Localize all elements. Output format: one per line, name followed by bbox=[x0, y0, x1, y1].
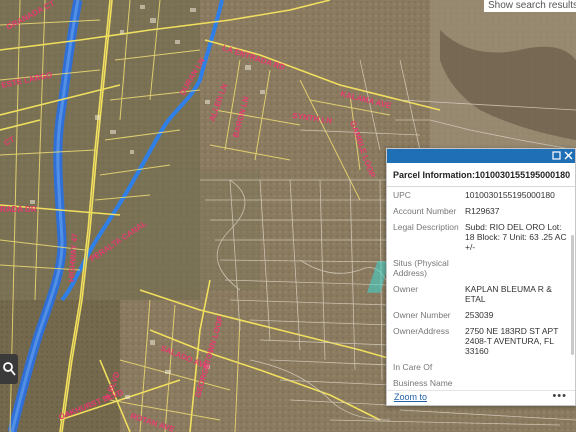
field-name: Situs (Physical Address) bbox=[393, 258, 449, 278]
field-name: Owner Number bbox=[393, 310, 451, 320]
field-row-upc: UPC 1010030155195000180 bbox=[393, 187, 569, 203]
popup-footer: Zoom to ••• bbox=[387, 390, 575, 405]
field-row-business-name: Business Name bbox=[393, 375, 569, 391]
field-value bbox=[465, 362, 569, 372]
field-row-account-number: Account Number R129637 bbox=[393, 203, 569, 219]
street-label-rada: RADA DR bbox=[0, 205, 37, 214]
field-row-owner-number: Owner Number 253039 bbox=[393, 307, 569, 323]
field-name: In Care Of bbox=[393, 362, 433, 372]
field-row-owner-address: OwnerAddress 2750 NE 183RD ST APT 2408-T… bbox=[393, 323, 569, 359]
maximize-icon[interactable] bbox=[551, 151, 561, 161]
field-value: KAPLAN BLEUMA R & ETAL bbox=[465, 284, 552, 304]
field-name: UPC bbox=[393, 190, 411, 200]
popup-scrollbar[interactable] bbox=[571, 235, 574, 355]
close-icon[interactable] bbox=[563, 151, 573, 161]
more-actions-icon[interactable]: ••• bbox=[552, 390, 567, 402]
field-value: 2750 NE 183RD ST APT 2408-T AVENTURA, FL… bbox=[465, 326, 559, 356]
field-row-situs: Situs (Physical Address) bbox=[393, 255, 569, 281]
field-value: R129637 bbox=[465, 206, 500, 216]
field-value: 253039 bbox=[465, 310, 494, 320]
field-value bbox=[465, 378, 569, 388]
field-value: Subd: RIO DEL ORO Lot: 18 Block: 7 Unit:… bbox=[465, 222, 567, 252]
field-name: Business Name bbox=[393, 378, 453, 388]
field-value bbox=[465, 258, 569, 278]
popup-fields: UPC 1010030155195000180 Account Number R… bbox=[387, 187, 575, 399]
field-name: Account Number bbox=[393, 206, 457, 216]
field-row-legal-description: Legal Description Subd: RIO DEL ORO Lot:… bbox=[393, 219, 569, 255]
search-button[interactable] bbox=[0, 354, 18, 384]
field-name: Owner bbox=[393, 284, 419, 294]
field-name: OwnerAddress bbox=[393, 326, 450, 336]
show-search-results-toggle[interactable]: Show search results f bbox=[484, 0, 576, 12]
field-value: 1010030155195000180 bbox=[465, 190, 555, 200]
search-icon bbox=[3, 362, 16, 376]
parcel-popup: Parcel Information:1010030155195000180 U… bbox=[386, 148, 576, 406]
field-name: Legal Description bbox=[393, 222, 459, 232]
zoom-to-link[interactable]: Zoom to bbox=[394, 392, 427, 402]
field-row-in-care-of: In Care Of bbox=[393, 359, 569, 375]
popup-header bbox=[387, 149, 575, 163]
field-row-owner: Owner KAPLAN BLEUMA R & ETAL bbox=[393, 281, 569, 307]
popup-title: Parcel Information:1010030155195000180 bbox=[387, 163, 575, 187]
